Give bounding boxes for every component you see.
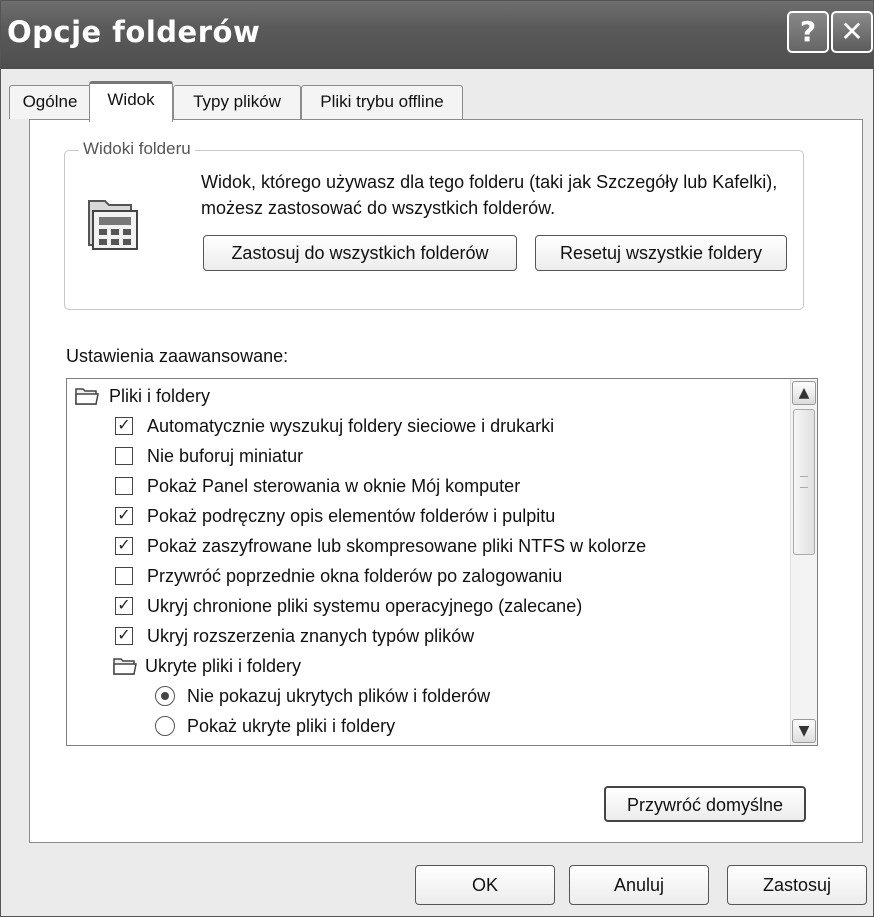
help-icon: ? <box>799 15 817 48</box>
apply-to-all-folders-button[interactable]: Zastosuj do wszystkich folderów <box>203 235 517 271</box>
checkbox[interactable]: ✓ <box>115 537 133 555</box>
checkbox[interactable] <box>115 567 133 585</box>
window-title: Opcje folderów <box>7 15 261 49</box>
item-label: Nie pokazuj ukrytych plików i folderów <box>187 686 491 706</box>
apply-button[interactable]: Zastosuj <box>727 865 867 905</box>
help-button[interactable]: ? <box>787 11 829 53</box>
advanced-settings-list[interactable]: Pliki i foldery ✓ Automatycznie wyszukuj… <box>66 378 818 746</box>
item-label: Ukryte pliki i foldery <box>145 656 302 676</box>
checkbox[interactable]: ✓ <box>115 597 133 615</box>
chevron-up-icon: ▲ <box>798 385 810 401</box>
checkbox[interactable]: ✓ <box>115 507 133 525</box>
item-label: Ukryj chronione pliki systemu operacyjne… <box>147 596 583 616</box>
cancel-button[interactable]: Anuluj <box>569 865 709 905</box>
tab-strip: Ogólne Widok Typy plików Pliki trybu off… <box>1 81 873 122</box>
scroll-down-button[interactable]: ▼ <box>792 719 816 743</box>
folder-views-group: Widoki folderu Widok, którego używasz dl… <box>64 139 804 310</box>
item-label: Pokaż ukryte pliki i foldery <box>187 716 396 736</box>
checkbox[interactable] <box>115 477 133 495</box>
folder-icon <box>113 658 137 675</box>
item-label: Pokaż zaszyfrowane lub skompresowane pli… <box>147 536 647 556</box>
item-label: Przywróć poprzednie okna folderów po zal… <box>147 566 563 586</box>
item-label: Automatycznie wyszukuj foldery sieciowe … <box>147 416 555 436</box>
tab-view[interactable]: Widok <box>89 81 173 122</box>
close-button[interactable]: ✕ <box>831 11 873 53</box>
tab-general[interactable]: Ogólne <box>9 85 91 119</box>
advanced-settings-label: Ustawienia zaawansowane: <box>66 346 289 366</box>
checkbox[interactable]: ✓ <box>115 417 133 435</box>
scroll-grip-icon <box>800 476 808 488</box>
tab-file-types[interactable]: Typy plików <box>173 85 301 119</box>
vertical-scrollbar[interactable]: ▲ ▼ <box>790 379 817 745</box>
folder-views-icon <box>88 200 138 250</box>
checkbox[interactable]: ✓ <box>115 627 133 645</box>
radio-button[interactable] <box>155 686 175 706</box>
radio-button[interactable] <box>155 716 175 736</box>
folder-icon <box>75 388 99 405</box>
scroll-up-button[interactable]: ▲ <box>792 381 816 405</box>
ok-button[interactable]: OK <box>415 865 555 905</box>
item-label: Pliki i foldery <box>109 386 211 406</box>
view-tab-panel: Widoki folderu Widok, którego używasz dl… <box>29 119 863 843</box>
close-icon: ✕ <box>840 15 864 48</box>
checkbox[interactable] <box>115 447 133 465</box>
folder-views-description: Widok, którego używasz dla tego folderu … <box>201 172 778 218</box>
item-label: Pokaż podręczny opis elementów folderów … <box>147 506 556 526</box>
folder-views-legend: Widoki folderu <box>79 139 195 159</box>
scroll-thumb[interactable] <box>793 409 815 555</box>
title-bar[interactable]: Opcje folderów ? ✕ <box>1 1 873 69</box>
folder-options-dialog: Opcje folderów ? ✕ Ogólne Widok Typy pli… <box>0 0 874 917</box>
tab-offline-files[interactable]: Pliki trybu offline <box>301 85 463 119</box>
item-label: Pokaż Panel sterowania w oknie Mój kompu… <box>147 476 521 496</box>
item-label: Nie buforuj miniatur <box>147 446 304 466</box>
restore-defaults-button[interactable]: Przywróć domyślne <box>604 786 806 822</box>
chevron-down-icon: ▼ <box>798 723 810 739</box>
reset-all-folders-button[interactable]: Resetuj wszystkie foldery <box>535 235 787 271</box>
item-label: Ukryj rozszerzenia znanych typów plików <box>147 626 475 646</box>
